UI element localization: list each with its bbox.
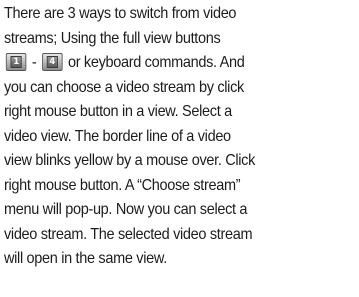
text-line-11: will open in the same view. bbox=[4, 250, 167, 267]
text-line-1: There are 3 ways to switch from video bbox=[4, 5, 237, 22]
text-line-5: right mouse button in a view. Select a bbox=[4, 103, 232, 120]
text-line-8: right mouse button. A “Choose stream” bbox=[4, 176, 241, 194]
text-line-10: video stream. The selected video stream bbox=[4, 225, 253, 243]
full-view-4-icon: 4 bbox=[41, 53, 63, 71]
text-line-2: streams; Using the full view buttons bbox=[4, 29, 221, 47]
text-line-9: menu will pop-up. Now you can select a bbox=[4, 201, 248, 218]
text-line-3-separator: - bbox=[28, 54, 41, 71]
text-line-3: 1 - 4 or keyboard commands. And bbox=[4, 51, 331, 76]
instruction-paragraph: There are 3 ways to switch from video st… bbox=[4, 2, 331, 272]
text-line-4: you can choose a video stream by click bbox=[4, 78, 244, 96]
full-view-1-icon: 1 bbox=[5, 53, 27, 71]
full-view-4-icon-label: 4 bbox=[46, 56, 58, 68]
full-view-1-icon-label: 1 bbox=[10, 56, 22, 68]
text-line-7: view blinks yellow by a mouse over. Clic… bbox=[4, 152, 256, 169]
text-line-6: video view. The border line of a video bbox=[4, 127, 231, 145]
text-line-3-rest: or keyboard commands. And bbox=[64, 54, 245, 71]
